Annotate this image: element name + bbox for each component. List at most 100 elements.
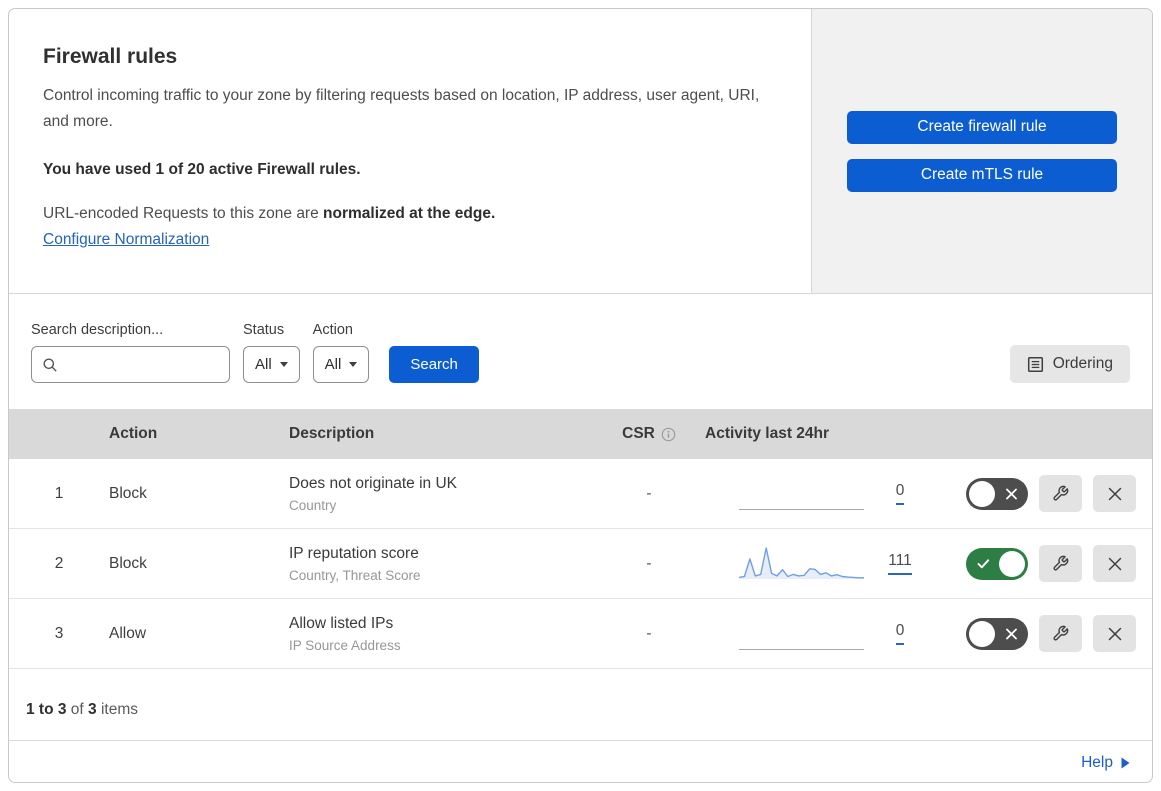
rule-priority: 3: [54, 624, 64, 642]
status-filter-group: Status All: [243, 322, 300, 383]
normalization-text: URL-encoded Requests to this zone are: [43, 205, 324, 223]
action-filter-group: Action All: [312, 322, 370, 383]
ordering-list-icon: [1027, 356, 1044, 373]
search-box: [31, 346, 230, 383]
help-link[interactable]: Help: [1081, 754, 1130, 772]
page-title: Firewall rules: [43, 45, 178, 68]
rule-action: Block: [109, 484, 147, 502]
activity-sparkline-empty: [739, 476, 864, 512]
create-firewall-rule-button[interactable]: Create firewall rule: [847, 110, 1117, 144]
close-icon: [1108, 627, 1122, 641]
activity-count-link[interactable]: 0: [884, 622, 916, 645]
status-value: All: [255, 356, 272, 373]
rule-activity-cell: 0: [699, 476, 934, 512]
configure-normalization-link[interactable]: Configure Normalization: [43, 231, 209, 249]
rule-description-cell: Allow listed IPs IP Source Address: [289, 615, 599, 653]
header-section: Firewall rules Control incoming traffic …: [9, 9, 1152, 294]
delete-rule-button[interactable]: [1093, 475, 1136, 512]
intro-block: Firewall rules Control incoming traffic …: [9, 9, 811, 293]
configure-rule-button[interactable]: [1039, 545, 1082, 582]
create-mtls-rule-button[interactable]: Create mTLS rule: [847, 158, 1117, 192]
help-label: Help: [1081, 754, 1113, 771]
items-text: items: [96, 701, 138, 718]
normalization-bold: normalized at the edge.: [323, 205, 496, 223]
status-select[interactable]: All: [243, 346, 300, 383]
configure-rule-button[interactable]: [1039, 475, 1082, 512]
toggle-check-icon: [977, 558, 990, 569]
delete-rule-button[interactable]: [1093, 545, 1136, 582]
col-description: Description: [289, 425, 375, 442]
rule-priority: 1: [54, 484, 64, 502]
wrench-icon: [1052, 625, 1069, 642]
toggle-knob: [999, 550, 1025, 577]
search-group: Search description...: [31, 322, 230, 383]
table-row: 1 Block Does not originate in UK Country…: [9, 459, 1152, 529]
csr-header-label: CSR: [622, 425, 655, 442]
rule-csr: -: [646, 554, 652, 572]
close-icon: [1108, 487, 1122, 501]
action-value: All: [324, 356, 342, 373]
search-icon: [42, 357, 58, 373]
rule-description-cell: Does not originate in UK Country: [289, 475, 599, 513]
col-csr: CSR: [622, 425, 676, 443]
normalization-notice: URL-encoded Requests to this zone are no…: [43, 205, 777, 223]
col-action: Action: [109, 425, 158, 442]
ordering-button[interactable]: Ordering: [1009, 345, 1130, 383]
toggle-x-icon: [1006, 628, 1017, 639]
action-label: Action: [312, 322, 353, 338]
table-row: 3 Allow Allow listed IPs IP Source Addre…: [9, 599, 1152, 669]
firewall-rules-card: Firewall rules Control incoming traffic …: [8, 8, 1153, 783]
activity-sparkline-empty: [739, 616, 864, 652]
toggle-x-icon: [1006, 488, 1017, 499]
configure-rule-button[interactable]: [1039, 615, 1082, 652]
rule-enabled-toggle[interactable]: [966, 547, 1028, 580]
table-row: 2 Block IP reputation score Country, Thr…: [9, 529, 1152, 599]
activity-count-link[interactable]: 111: [884, 552, 916, 575]
ordering-label: Ordering: [1052, 355, 1113, 372]
delete-rule-button[interactable]: [1093, 615, 1136, 652]
activity-count-link[interactable]: 0: [884, 482, 916, 505]
rule-description: Allow listed IPs: [289, 614, 394, 632]
actions-panel: Create firewall rule Create mTLS rule: [811, 9, 1152, 293]
rule-description: IP reputation score: [289, 544, 419, 562]
search-input[interactable]: [66, 356, 219, 373]
col-activity: Activity last 24hr: [705, 425, 830, 442]
rule-csr: -: [646, 484, 652, 502]
rule-controls: [934, 475, 1152, 512]
range-text: 1 to 3: [26, 701, 67, 718]
wrench-icon: [1052, 485, 1069, 502]
search-button[interactable]: Search: [389, 346, 479, 383]
rule-csr: -: [646, 624, 652, 642]
of-text: of: [66, 701, 89, 718]
table-header: Action Description CSR Activity last 24h…: [9, 409, 1152, 459]
toggle-knob: [969, 480, 995, 507]
rule-action: Allow: [109, 624, 147, 642]
status-label: Status: [243, 322, 285, 338]
wrench-icon: [1052, 555, 1069, 572]
info-icon[interactable]: [661, 427, 676, 442]
rule-controls: [934, 545, 1152, 582]
usage-notice: You have used 1 of 20 active Firewall ru…: [43, 161, 361, 179]
rule-controls: [934, 615, 1152, 652]
page-description: Control incoming traffic to your zone by…: [43, 87, 760, 131]
rule-action: Block: [109, 554, 147, 572]
activity-sparkline: [739, 546, 864, 582]
arrow-right-icon: [1121, 757, 1130, 769]
rule-match-fields: Country: [289, 497, 337, 513]
action-select[interactable]: All: [312, 346, 370, 383]
rule-enabled-toggle[interactable]: [966, 617, 1028, 650]
rule-match-fields: IP Source Address: [289, 637, 401, 653]
search-label: Search description...: [31, 322, 164, 338]
chevron-down-icon: [349, 362, 358, 367]
rule-match-fields: Country, Threat Score: [289, 567, 421, 583]
rule-description: Does not originate in UK: [289, 474, 458, 492]
close-icon: [1108, 557, 1122, 571]
pagination-summary: 1 to 3 of 3 items: [9, 669, 1152, 740]
rule-activity-cell: 111: [699, 546, 934, 582]
rule-enabled-toggle[interactable]: [966, 477, 1028, 510]
rule-priority: 2: [54, 554, 64, 572]
chevron-down-icon: [279, 362, 288, 367]
filter-bar: Search description... Status All Action …: [9, 294, 1152, 409]
total-text: 3: [88, 701, 97, 718]
toggle-knob: [969, 620, 995, 647]
